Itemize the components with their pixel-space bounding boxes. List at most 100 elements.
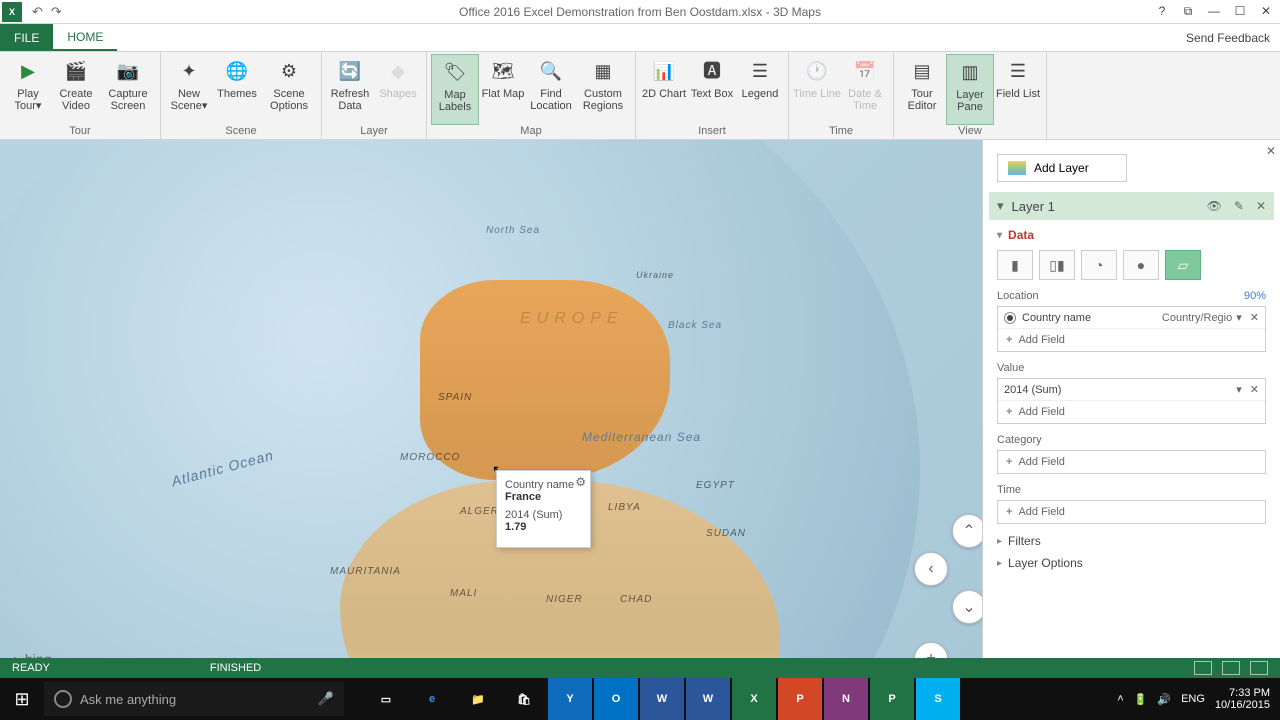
location-add-field[interactable]: +Add Field: [998, 329, 1265, 351]
new-scene-button[interactable]: ✦New Scene▾: [165, 54, 213, 125]
viz-bubble-button[interactable]: ◔: [1081, 250, 1117, 280]
chart-icon: 📊: [650, 58, 678, 86]
layer-visibility-icon[interactable]: 👁: [1207, 199, 1222, 213]
cortana-search[interactable]: Ask me anything 🎤: [44, 682, 344, 716]
tooltip-field1-value: France: [505, 491, 582, 503]
add-layer-button[interactable]: Add Layer: [997, 154, 1127, 182]
label-egypt: EGYPT: [696, 480, 735, 491]
text-box-button[interactable]: 🅰Text Box: [688, 54, 736, 125]
tab-home[interactable]: HOME: [53, 24, 117, 51]
radio-on-icon[interactable]: [1004, 312, 1016, 324]
location-type-dropdown[interactable]: ▾: [1236, 311, 1242, 324]
layer-rename-icon[interactable]: ✎: [1234, 199, 1244, 213]
task-view-icon[interactable]: ▭: [364, 678, 408, 720]
category-add-field[interactable]: +Add Field: [998, 451, 1265, 473]
capture-screen-button[interactable]: 📷Capture Screen: [100, 54, 156, 125]
excel-icon[interactable]: X: [732, 678, 776, 720]
layer-pane-button[interactable]: ▥Layer Pane: [946, 54, 994, 125]
edge-icon[interactable]: e: [410, 678, 454, 720]
layer-options-section-header[interactable]: ▸Layer Options: [997, 556, 1266, 570]
label-libya: LIBYA: [608, 502, 641, 513]
date-time-button: 📅Date & Time: [841, 54, 889, 125]
location-confidence[interactable]: 90%: [1244, 290, 1266, 302]
status-view2-icon[interactable]: [1222, 661, 1240, 675]
time-line-button: 🕐Time Line: [793, 54, 841, 125]
viz-clustered-button[interactable]: ▯▮: [1039, 250, 1075, 280]
time-add-field[interactable]: +Add Field: [998, 501, 1265, 523]
maximize-icon[interactable]: ☐: [1232, 4, 1248, 19]
themes-button[interactable]: 🌐Themes: [213, 54, 261, 125]
filters-section-header[interactable]: ▸Filters: [997, 534, 1266, 548]
value-field-row[interactable]: 2014 (Sum) ▾ ✕: [998, 379, 1265, 401]
flat-map-button[interactable]: 🗺Flat Map: [479, 54, 527, 125]
location-label: Location90%: [997, 290, 1266, 302]
data-section-header[interactable]: ▾Data: [997, 228, 1266, 242]
status-bar: READY FINISHED: [0, 658, 1280, 678]
word-icon[interactable]: W: [640, 678, 684, 720]
tilt-up-button[interactable]: ⌃: [952, 514, 982, 548]
location-remove-icon[interactable]: ✕: [1250, 311, 1259, 324]
status-view1-icon[interactable]: [1194, 661, 1212, 675]
mic-icon[interactable]: 🎤: [318, 691, 334, 707]
shapes-icon: ◆: [384, 58, 412, 86]
play-tour-button[interactable]: ▶Play Tour▾: [4, 54, 52, 125]
label-morocco: MOROCCO: [400, 452, 460, 463]
layer-delete-icon[interactable]: ✕: [1256, 199, 1266, 213]
label-ukraine: Ukraine: [636, 270, 674, 280]
restore-icon[interactable]: ⧉: [1180, 4, 1196, 19]
explorer-icon[interactable]: 📁: [456, 678, 500, 720]
status-view3-icon[interactable]: [1250, 661, 1268, 675]
value-add-field[interactable]: +Add Field: [998, 401, 1265, 423]
clock[interactable]: 7:33 PM 10/16/2015: [1215, 687, 1270, 711]
tray-up-icon[interactable]: ˄: [1117, 693, 1123, 705]
field-list-button[interactable]: ☰Field List: [994, 54, 1042, 125]
refresh-data-button[interactable]: 🔄Refresh Data: [326, 54, 374, 125]
find-location-button[interactable]: 🔍Find Location: [527, 54, 575, 125]
regions-icon: ▦: [589, 58, 617, 86]
viz-stacked-button[interactable]: ▮: [997, 250, 1033, 280]
powerpoint-icon[interactable]: P: [778, 678, 822, 720]
status-ready: READY: [12, 662, 50, 674]
tilt-down-button[interactable]: ⌄: [952, 590, 982, 624]
help-icon[interactable]: ?: [1154, 4, 1170, 19]
2d-chart-button[interactable]: 📊2D Chart: [640, 54, 688, 125]
skype-icon[interactable]: S: [916, 678, 960, 720]
search-icon: 🔍: [537, 58, 565, 86]
custom-regions-button[interactable]: ▦Custom Regions: [575, 54, 631, 125]
tour-editor-button[interactable]: ▤Tour Editor: [898, 54, 946, 125]
viz-heat-button[interactable]: ●: [1123, 250, 1159, 280]
battery-icon[interactable]: 🔋: [1134, 693, 1148, 706]
rotate-left-button[interactable]: ‹: [914, 552, 948, 586]
onenote-icon[interactable]: N: [824, 678, 868, 720]
create-video-button[interactable]: 🎬Create Video: [52, 54, 100, 125]
send-feedback-link[interactable]: Send Feedback: [1176, 24, 1280, 51]
taskbar-apps: ▭ e 📁 🛍 Y O W W X P N P S: [364, 678, 960, 720]
store-icon[interactable]: 🛍: [502, 678, 546, 720]
word2-icon[interactable]: W: [686, 678, 730, 720]
value-dropdown[interactable]: ▾: [1236, 383, 1242, 396]
tab-file[interactable]: FILE: [0, 24, 53, 51]
value-remove-icon[interactable]: ✕: [1250, 383, 1259, 396]
location-field-row[interactable]: Country name Country/Regio ▾ ✕: [998, 307, 1265, 329]
collapse-layer-icon[interactable]: ▾: [997, 198, 1004, 214]
redo-icon[interactable]: ↷: [51, 4, 62, 20]
language-indicator[interactable]: ENG: [1181, 693, 1205, 705]
viz-region-button[interactable]: ▱: [1165, 250, 1201, 280]
close-pane-icon[interactable]: ✕: [1266, 144, 1276, 158]
tooltip-gear-icon[interactable]: ⚙: [575, 475, 586, 489]
undo-icon[interactable]: ↶: [32, 4, 43, 20]
layer-header[interactable]: ▾ Layer 1 👁 ✎ ✕: [989, 192, 1274, 220]
map-labels-button[interactable]: 🏷Map Labels: [431, 54, 479, 125]
scene-options-button[interactable]: ⚙Scene Options: [261, 54, 317, 125]
outlook-icon[interactable]: O: [594, 678, 638, 720]
volume-icon[interactable]: 🔊: [1157, 693, 1171, 706]
start-button[interactable]: ⊞: [0, 678, 44, 720]
close-icon[interactable]: ✕: [1258, 4, 1274, 19]
minimize-icon[interactable]: —: [1206, 4, 1222, 19]
yammer-icon[interactable]: Y: [548, 678, 592, 720]
publisher-icon[interactable]: P: [870, 678, 914, 720]
camera-icon: 📷: [114, 58, 142, 86]
value-label: Value: [997, 362, 1266, 374]
map-canvas[interactable]: EUROPE North Sea Black Sea Mediterranean…: [0, 140, 982, 678]
legend-button[interactable]: ☰Legend: [736, 54, 784, 125]
